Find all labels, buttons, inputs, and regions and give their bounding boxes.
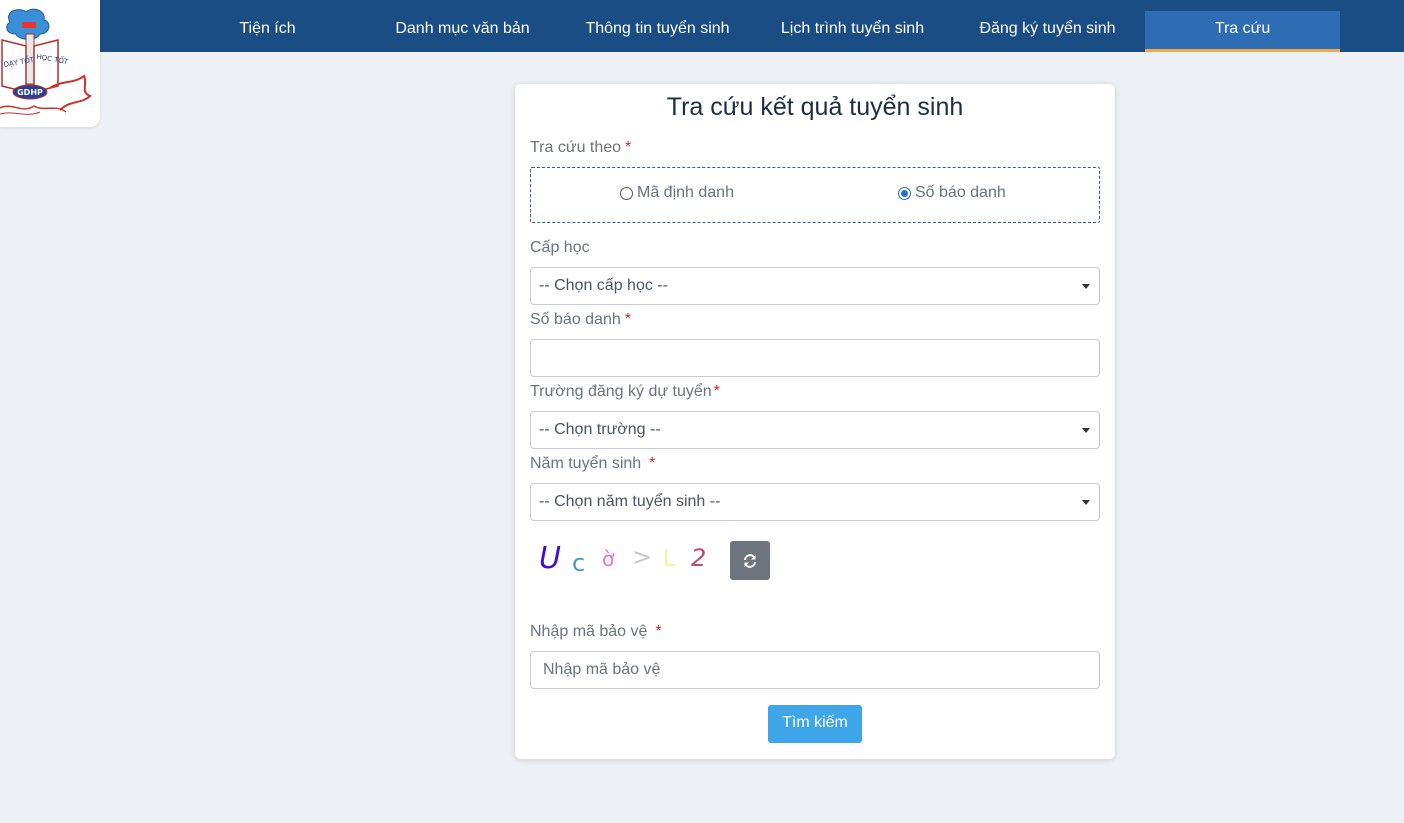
radio-ma-dinh-danh[interactable]: Mã định danh <box>620 184 734 202</box>
lookup-type-radio-group: Mã định danh Số báo danh <box>530 167 1100 223</box>
year-select[interactable]: -- Chọn năm tuyển sinh -- <box>530 483 1100 521</box>
captcha-label: Nhập mã bảo vệ * <box>530 623 662 640</box>
school-select[interactable]: -- Chọn trường -- <box>530 411 1100 449</box>
site-logo[interactable]: DẠY TỐT HỌC TỐT GDHP <box>0 0 100 127</box>
nav-item-tien-ich[interactable]: Tiện ích <box>170 11 365 52</box>
radio-so-bao-danh[interactable]: Số báo danh <box>898 184 1006 202</box>
radio-checked-icon[interactable] <box>898 186 911 200</box>
school-label: Trường đăng ký dự tuyển * <box>530 383 720 400</box>
chevron-down-icon <box>1082 500 1090 505</box>
nav-item-dang-ky-tuyen-sinh[interactable]: Đăng ký tuyển sinh <box>950 11 1145 52</box>
page-title: Tra cứu kết quả tuyển sinh <box>666 93 964 121</box>
nav-item-lich-trinh-tuyen-sinh[interactable]: Lịch trình tuyển sinh <box>755 11 950 52</box>
year-label: Năm tuyển sinh * <box>530 455 656 472</box>
logo-emblem-icon: DẠY TỐT HỌC TỐT GDHP <box>0 8 92 115</box>
level-select[interactable]: -- Chọn cấp học -- <box>530 267 1100 305</box>
refresh-icon <box>744 553 756 568</box>
nav-item-tra-cuu[interactable]: Tra cứu <box>1145 11 1340 52</box>
search-button[interactable]: Tìm kiếm <box>768 705 862 743</box>
sbd-label: Số báo danh * <box>530 311 631 328</box>
lookup-form-card: Tra cứu kết quả tuyển sinh Tra cứu theo *… <box>515 84 1115 759</box>
refresh-captcha-button[interactable] <box>730 541 770 580</box>
nav-item-thong-tin-tuyen-sinh[interactable]: Thông tin tuyển sinh <box>560 11 755 52</box>
radio-unchecked-icon[interactable] <box>620 186 633 200</box>
svg-text:GDHP: GDHP <box>17 88 43 97</box>
nav-item-danh-muc-van-ban[interactable]: Danh mục văn bản <box>365 11 560 52</box>
chevron-down-icon <box>1082 284 1090 289</box>
lookup-by-label: Tra cứu theo * <box>530 139 632 156</box>
captcha-image: U c ờ > L 2 <box>539 541 707 577</box>
captcha-input[interactable] <box>530 651 1100 689</box>
level-label: Cấp học <box>530 239 590 256</box>
sbd-input[interactable] <box>530 339 1100 377</box>
chevron-down-icon <box>1082 428 1090 433</box>
top-navbar: Tiện ích Danh mục văn bản Thông tin tuyể… <box>0 0 1404 52</box>
